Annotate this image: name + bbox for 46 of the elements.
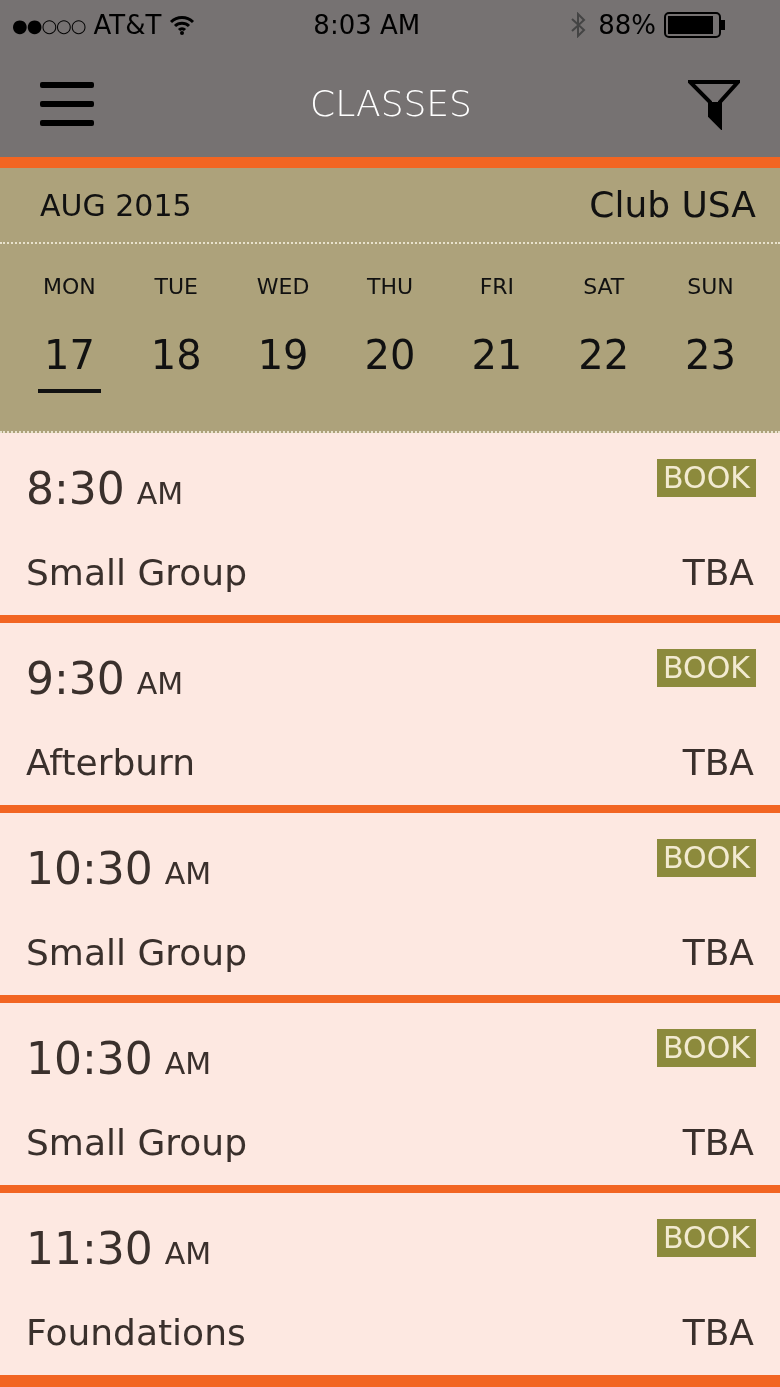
weekday-label: WED — [256, 273, 310, 301]
class-time: 8:30 AM — [26, 462, 184, 516]
filter-icon[interactable] — [688, 77, 740, 130]
instructor-name: TBA — [682, 551, 754, 595]
class-row[interactable]: 10:30 AM BOOK Small Group TBA — [0, 813, 780, 995]
battery-percentage: 88% — [598, 8, 656, 42]
weekday-label: THU — [366, 273, 414, 301]
class-time: 10:30 AM — [26, 1032, 212, 1086]
class-time: 10:30 AM — [26, 842, 212, 896]
battery-icon — [664, 12, 726, 38]
weekday-label: FRI — [479, 273, 515, 301]
class-row[interactable]: 9:30 AM BOOK Afterburn TBA — [0, 623, 780, 805]
instructor-name: TBA — [682, 931, 754, 975]
class-name: Small Group — [26, 931, 248, 975]
date-tab[interactable]: 23 — [679, 325, 742, 393]
weekday-label: MON — [43, 273, 96, 301]
instructor-name: TBA — [682, 1311, 754, 1355]
weekday-label: TUE — [154, 273, 198, 301]
instructor-name: TBA — [682, 1121, 754, 1165]
date-tab[interactable]: 21 — [465, 325, 529, 393]
carrier-name: AT&T — [93, 8, 162, 42]
class-row[interactable]: 11:30 AM BOOK Foundations TBA — [0, 1193, 780, 1375]
wifi-icon — [169, 15, 196, 35]
date-tab[interactable]: 22 — [572, 325, 636, 393]
bluetooth-icon — [570, 12, 587, 38]
date-tab[interactable]: 20 — [358, 325, 422, 393]
class-name: Small Group — [26, 1121, 248, 1165]
date-tab[interactable]: 17 — [37, 325, 101, 393]
clock-time: 8:03 AM — [313, 8, 421, 42]
class-name: Afterburn — [26, 741, 196, 785]
class-name: Foundations — [26, 1311, 246, 1355]
month-year: AUG 2015 — [40, 186, 192, 225]
club-name: Club USA — [589, 183, 756, 227]
class-time: 11:30 AM — [26, 1222, 212, 1276]
date-tab[interactable]: 19 — [251, 325, 315, 393]
class-row[interactable]: 10:30 AM BOOK Small Group TBA — [0, 1003, 780, 1185]
screen-title: CLASSES — [310, 81, 472, 126]
date-tab[interactable]: 18 — [144, 325, 208, 393]
class-time: 9:30 AM — [26, 652, 184, 706]
instructor-name: TBA — [682, 741, 754, 785]
menu-icon[interactable] — [40, 81, 94, 126]
weekday-label: SUN — [687, 273, 734, 301]
weekday-label: SAT — [583, 273, 625, 301]
signal-strength: ●●○○○ — [12, 13, 86, 38]
class-name: Small Group — [26, 551, 248, 595]
class-row[interactable]: 8:30 AM BOOK Small Group TBA — [0, 433, 780, 615]
